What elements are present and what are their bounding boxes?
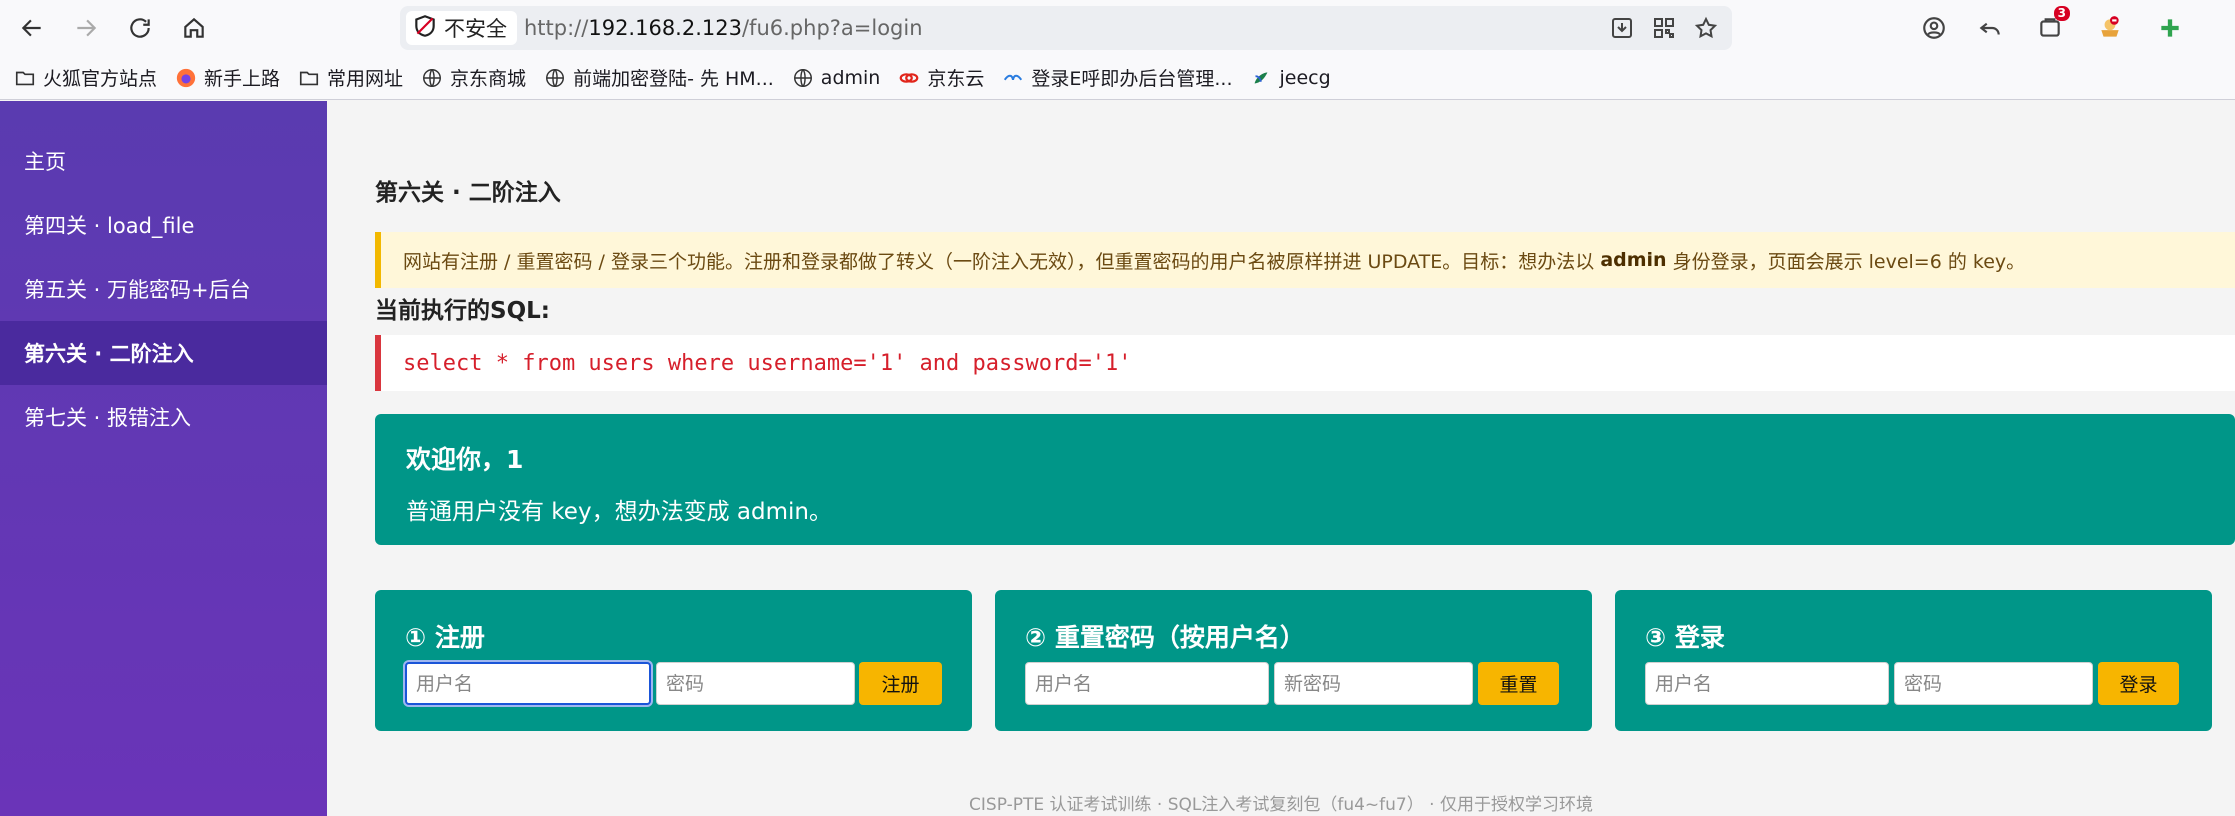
qr-code-icon[interactable] (1650, 14, 1678, 42)
extension-icon[interactable]: 3 (2034, 6, 2070, 44)
folder-icon (299, 71, 319, 85)
register-password-input[interactable] (656, 662, 855, 705)
jeecg-icon (1255, 72, 1268, 83)
sidebar-item-level6[interactable]: 第六关 · 二阶注入 (0, 321, 327, 385)
register-button[interactable]: 注册 (859, 662, 942, 705)
folder-icon (15, 71, 35, 85)
site-icon (1004, 74, 1023, 80)
bookmark-item[interactable]: 京东商城 (421, 64, 526, 91)
reset-button[interactable]: 重置 (1478, 662, 1559, 705)
footer-text: CISP-PTE 认证考试训练 · SQL注入考试复刻包（fu4~fu7） · … (969, 795, 1593, 815)
page-title: 第六关 · 二阶注入 (375, 180, 561, 206)
notice-box: 网站有注册 / 重置密码 / 登录三个功能。注册和登录都做了转义（一阶注入无效）… (375, 232, 2235, 288)
insecure-shield-icon (412, 13, 438, 44)
back-icon[interactable] (14, 10, 50, 46)
reset-new-password-input[interactable] (1274, 662, 1473, 705)
plus-extension-icon[interactable] (2154, 12, 2186, 44)
sql-display: select * from users where username='1' a… (375, 335, 2235, 391)
welcome-text: 普通用户没有 key，想办法变成 admin。 (406, 499, 832, 525)
reset-username-input[interactable] (1025, 662, 1269, 705)
sidebar-item-level4[interactable]: 第四关 · load_file (0, 193, 327, 257)
sidebar: 主页 第四关 · load_file 第五关 · 万能密码+后台 第六关 · 二… (0, 101, 327, 816)
security-label: 不安全 (444, 17, 507, 41)
login-username-input[interactable] (1645, 662, 1889, 705)
sidebar-item-home[interactable]: 主页 (0, 129, 327, 193)
url-bar[interactable]: 不安全 http://192.168.2.123/fu6.php?a=login (400, 6, 1732, 50)
firefox-icon (176, 68, 196, 87)
reset-title: ② 重置密码（按用户名） (1025, 623, 1305, 652)
reset-card: ② 重置密码（按用户名） 重置 (995, 590, 1592, 731)
login-card: ③ 登录 登录 (1615, 590, 2212, 731)
url-text[interactable]: http://192.168.2.123/fu6.php?a=login (524, 16, 923, 40)
sidebar-item-level7[interactable]: 第七关 · 报错注入 (0, 385, 327, 449)
welcome-panel: 欢迎你，1 普通用户没有 key，想办法变成 admin。 (375, 414, 2235, 545)
bookmark-item[interactable]: 新手上路 (175, 64, 280, 91)
globe-icon (546, 68, 565, 87)
bookmark-item[interactable]: 登录E呼即办后台管理... (1002, 64, 1232, 91)
login-button[interactable]: 登录 (2098, 662, 2179, 705)
bookmark-item[interactable]: 前端加密登陆- 先 HM... (544, 64, 774, 91)
bookmark-star-icon[interactable] (1692, 14, 1720, 42)
bookmark-item[interactable]: 京东云 (898, 64, 984, 91)
undo-icon[interactable] (1974, 12, 2006, 44)
forward-icon[interactable] (68, 10, 104, 46)
addon-icon[interactable] (2094, 12, 2126, 44)
security-badge[interactable]: 不安全 (406, 11, 517, 45)
bookmark-item[interactable]: 火狐官方站点 (14, 64, 157, 91)
sidebar-item-level5[interactable]: 第五关 · 万能密码+后台 (0, 257, 327, 321)
welcome-title: 欢迎你，1 (406, 445, 524, 474)
browser-toolbar: 不安全 http://192.168.2.123/fu6.php?a=login… (0, 0, 2235, 56)
globe-icon (423, 68, 442, 87)
bookmark-item[interactable]: 常用网址 (298, 64, 403, 91)
login-password-input[interactable] (1894, 662, 2093, 705)
register-card: ① 注册 注册 (375, 590, 972, 731)
login-title: ③ 登录 (1645, 623, 1725, 652)
download-icon[interactable] (1608, 14, 1636, 42)
bookmarks-bar: 火狐官方站点 新手上路 常用网址 京东商城 前端加密登陆- 先 HM... ad… (0, 56, 2235, 100)
globe-icon (793, 68, 812, 87)
main-content: 第六关 · 二阶注入 网站有注册 / 重置密码 / 登录三个功能。注册和登录都做… (327, 101, 2235, 816)
reload-icon[interactable] (122, 10, 158, 46)
sql-label: 当前执行的SQL: (375, 298, 550, 324)
register-title: ① 注册 (405, 623, 485, 652)
bookmark-item[interactable]: jeecg (1250, 67, 1331, 89)
account-icon[interactable] (1918, 12, 1950, 44)
register-username-input[interactable] (405, 662, 651, 705)
bookmark-item[interactable]: admin (792, 67, 880, 89)
jdcloud-icon (899, 72, 919, 83)
home-icon[interactable] (176, 10, 212, 46)
